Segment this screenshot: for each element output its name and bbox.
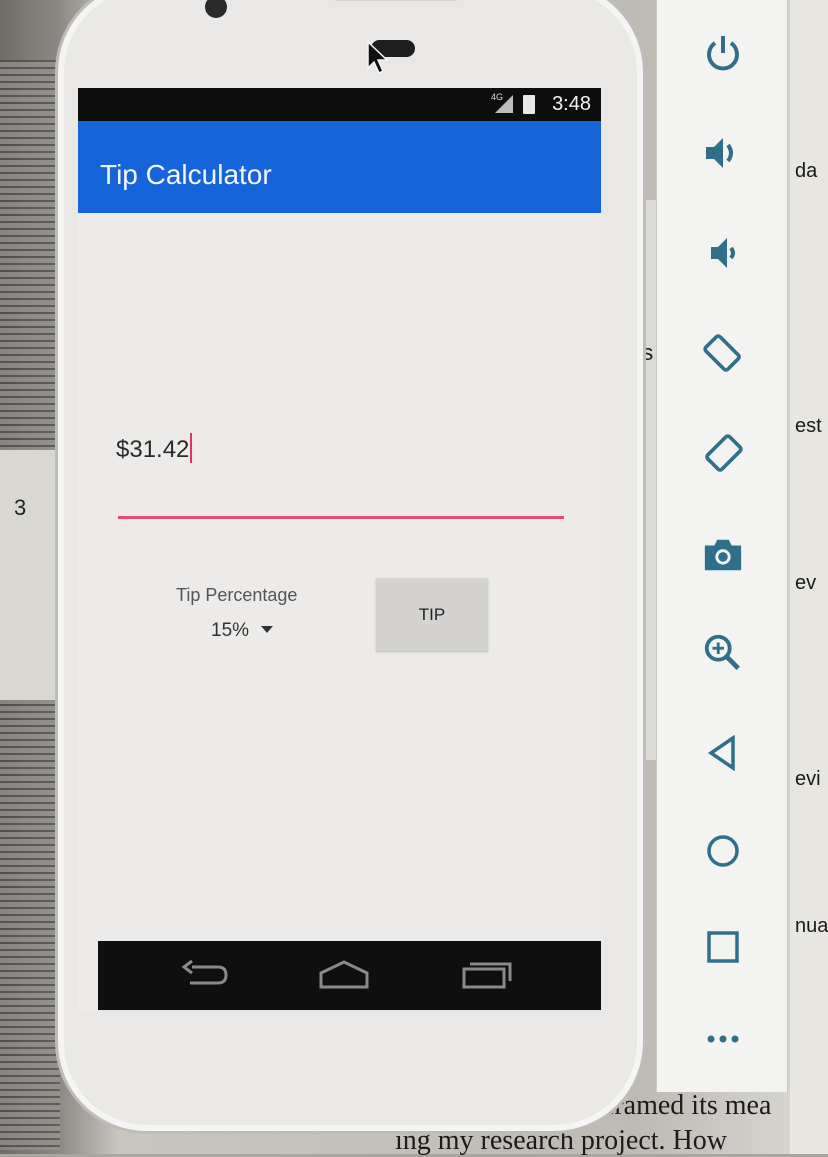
- tip-percentage-label: Tip Percentage: [176, 585, 298, 605]
- background-fragment: est: [795, 415, 822, 437]
- power-icon[interactable]: [702, 32, 744, 74]
- rotate-right-icon[interactable]: [702, 432, 744, 474]
- screenshot-icon[interactable]: [702, 534, 744, 576]
- dropdown-arrow-icon: [261, 626, 274, 633]
- tip-percentage-value: 15%: [211, 620, 250, 641]
- speaker-grille: [333, 0, 458, 1]
- background-fragment: evi: [795, 768, 821, 790]
- front-camera: [205, 0, 227, 18]
- overview-icon[interactable]: [702, 926, 744, 968]
- more-icon[interactable]: [702, 1018, 744, 1060]
- emulator-toolbar: [656, 0, 788, 1092]
- rotate-left-icon[interactable]: [702, 332, 744, 374]
- mouse-cursor-icon: [367, 40, 389, 75]
- phone-screen: 4G 3:48 Tip Calculator $31.42 Tip Percen…: [78, 88, 601, 1010]
- back-icon[interactable]: [702, 732, 744, 774]
- status-bar: 4G 3:48: [78, 88, 601, 121]
- zoom-icon[interactable]: [702, 632, 744, 674]
- background-fragment: nua: [795, 915, 828, 937]
- volume-down-icon[interactable]: [702, 232, 744, 274]
- tip-percentage-dropdown[interactable]: 15%: [211, 620, 274, 642]
- battery-icon: [523, 95, 535, 114]
- signal-icon: [495, 95, 513, 113]
- app-title: Tip Calculator: [100, 159, 272, 190]
- recents-icon[interactable]: [460, 959, 514, 991]
- bill-amount-input[interactable]: $31.42: [116, 433, 566, 523]
- background-fragment: da: [795, 160, 818, 182]
- background-fragment: ev: [795, 572, 817, 594]
- text-caret: [190, 433, 193, 463]
- home-icon[interactable]: [317, 959, 371, 991]
- status-time: 3:48: [552, 93, 591, 115]
- input-underline: [118, 516, 564, 519]
- home-icon[interactable]: [702, 830, 744, 872]
- back-icon[interactable]: [180, 959, 230, 991]
- tip-button[interactable]: TIP: [376, 578, 488, 651]
- background-number: 3: [14, 495, 27, 520]
- app-bar: Tip Calculator: [78, 121, 601, 213]
- volume-up-icon[interactable]: [702, 132, 744, 174]
- background-book-line: framed its mea: [605, 1090, 772, 1121]
- navigation-bar: [98, 941, 601, 1010]
- bill-amount-value: $31.42: [116, 433, 193, 464]
